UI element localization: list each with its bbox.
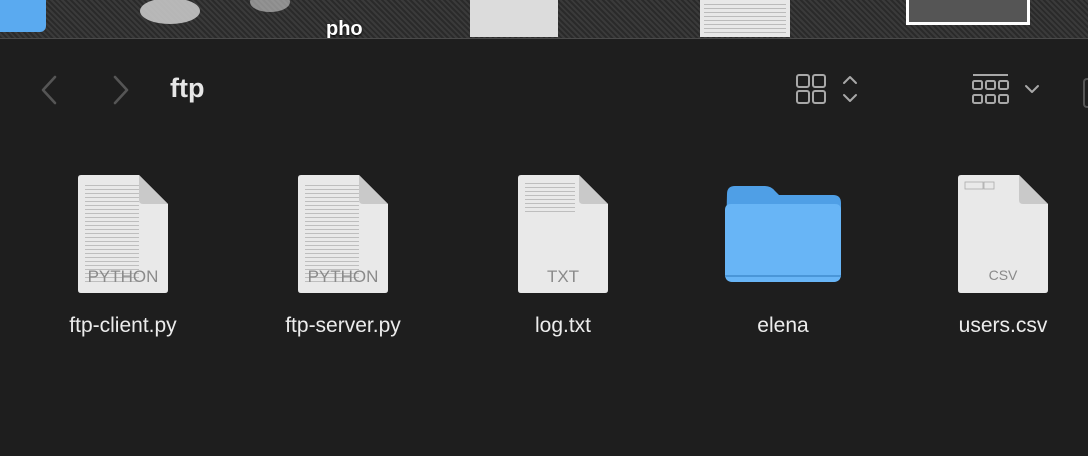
text-document-icon: TXT: [517, 174, 609, 294]
python-document-icon: PYTHON: [297, 174, 389, 294]
folder-icon: [725, 186, 841, 282]
icon-view-grid-icon: [796, 74, 857, 104]
file-name-label: log.txt: [534, 314, 592, 337]
desktop-item-label[interactable]: pho: [326, 18, 363, 38]
group-by-selector[interactable]: [972, 73, 1044, 107]
file-type-badge: CSV: [988, 267, 1018, 283]
desktop-background: pho: [0, 0, 1088, 39]
desktop-spreadsheet-thumbnail[interactable]: [700, 0, 790, 37]
file-type-badge: PYTHON: [87, 267, 159, 286]
desktop-image-blob: [140, 0, 200, 24]
desktop-folder-icon[interactable]: [0, 0, 46, 32]
desktop-image-blob: [250, 0, 290, 12]
csv-document-icon: CSV: [957, 174, 1049, 294]
window-title: ftp: [170, 73, 205, 103]
group-items-icon: [972, 74, 1039, 104]
file-name-label: ftp-server.py: [285, 314, 401, 337]
toolbar-overflow-control[interactable]: [1083, 78, 1088, 108]
file-type-badge: PYTHON: [307, 267, 379, 286]
file-name-label: ftp-client.py: [69, 314, 177, 337]
forward-button[interactable]: [110, 72, 132, 108]
folder-name-label: elena: [757, 314, 809, 337]
back-button[interactable]: [38, 72, 60, 108]
file-name-label: users.csv: [958, 314, 1048, 337]
file-type-badge: TXT: [546, 267, 580, 286]
python-document-icon: PYTHON: [77, 174, 169, 294]
view-mode-selector[interactable]: [796, 73, 866, 107]
chevron-right-icon: [113, 75, 129, 105]
chevron-left-icon: [41, 75, 57, 105]
desktop-document-thumbnail[interactable]: [470, 0, 558, 37]
desktop-photo-thumbnail[interactable]: [906, 0, 1030, 25]
